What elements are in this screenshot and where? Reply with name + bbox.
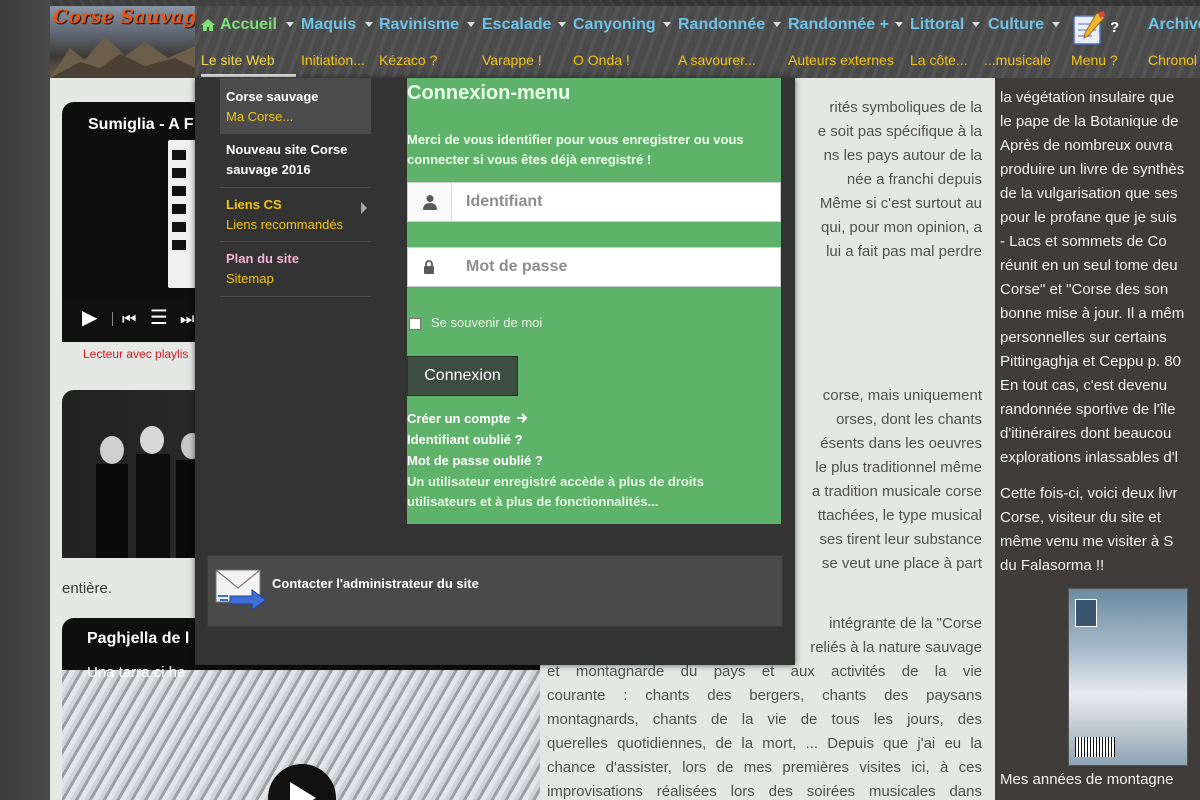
active-underline — [201, 74, 296, 77]
forgot-password-link[interactable]: Mot de passe oublié ? — [407, 453, 543, 468]
nav-label: Randonnée — [678, 16, 766, 33]
video-title: Sumiglia - A F — [88, 116, 194, 133]
chevron-down-icon — [972, 22, 980, 27]
login-button[interactable]: Connexion — [407, 356, 518, 396]
nav-label: Accueil — [220, 16, 277, 33]
login-note-line-2: utilisateurs et à plus de fonctionnalité… — [407, 494, 659, 509]
nav-label: Archive — [1148, 16, 1200, 33]
left-margin — [0, 0, 50, 800]
nav-label: Littoral — [910, 16, 965, 33]
nav-sublabel: O Onda ! — [573, 52, 630, 68]
submenu-title: Liens CS — [226, 197, 282, 212]
text-fragment: entière. — [62, 580, 113, 597]
contact-admin[interactable]: Contacter l'administrateur du site — [207, 555, 783, 627]
mid-paragraph-3: intégrante de la "Corse reliés à la natu… — [810, 615, 982, 656]
nav-label: Maquis — [301, 16, 357, 33]
chevron-right-icon — [361, 202, 367, 214]
mid-paragraph-1: rités symboliques de la e soit pas spéci… — [817, 99, 982, 260]
barcode — [1075, 737, 1115, 757]
nav-sublabel: La côte... — [910, 52, 968, 68]
chevron-down-icon — [663, 22, 671, 27]
login-panel: Connexion-menu Merci de vous identifier … — [407, 78, 781, 524]
logo-text: Corse Sauvage — [53, 6, 195, 28]
forgot-username-link[interactable]: Identifiant oublié ? — [407, 432, 523, 447]
nav-sublabel: Varappe ! — [482, 52, 542, 68]
username-input[interactable] — [454, 183, 774, 221]
nav-sublabel: Auteurs externes — [788, 52, 894, 68]
previous-icon[interactable]: ⏮ — [122, 310, 136, 330]
divider — [112, 312, 113, 326]
submenu-item-corse-sauvage[interactable]: Corse sauvage Ma Corse... — [220, 78, 371, 134]
chevron-down-icon — [365, 22, 373, 27]
mail-send-icon — [215, 569, 266, 611]
chevron-down-icon — [773, 22, 781, 27]
video-title: Paghjella de l — [87, 630, 190, 647]
chevron-down-icon — [286, 22, 294, 27]
nav-sublabel: Menu ? — [1071, 52, 1118, 68]
contact-label: Contacter l'administrateur du site — [272, 576, 479, 591]
submenu-subtitle: Sitemap — [226, 271, 274, 286]
chevron-down-icon — [1052, 22, 1060, 27]
player-caption: Lecteur avec playlis — [83, 347, 189, 361]
submenu-item-plan-du-site[interactable]: Plan du site Sitemap — [220, 242, 371, 297]
video-subtitle: Una tarra ci he — [87, 664, 186, 681]
nav-sublabel: Chronol — [1148, 52, 1198, 68]
password-field — [407, 247, 781, 287]
submenu-title: Corse sauvage — [226, 89, 319, 104]
submenu-subtitle: Ma Corse... — [226, 109, 294, 124]
mid-paragraph-4: et montagnarde du pays et aux activités … — [547, 663, 982, 800]
remember-me[interactable]: Se souvenir de moi — [407, 314, 647, 334]
book-cover-image[interactable] — [1068, 588, 1188, 766]
home-icon — [201, 19, 215, 31]
main-nav: Accueil Le site Web Maquis Initiation...… — [195, 6, 1200, 78]
login-note-line-1: Un utilisateur enregistré accède à plus … — [407, 474, 704, 489]
chevron-down-icon — [558, 22, 566, 27]
next-icon[interactable]: ⏭ — [180, 310, 194, 330]
remember-checkbox[interactable] — [409, 318, 421, 330]
submenu-item-nouveau-site[interactable]: Nouveau site Corse sauvage 2016 — [220, 134, 371, 188]
nav-sublabel: Le site Web — [201, 52, 275, 68]
submenu-subtitle: Liens recommandés — [226, 217, 344, 232]
login-title: Connexion-menu — [407, 82, 571, 104]
nav-label: Canyoning — [573, 16, 656, 33]
mountain-logo-icon — [50, 36, 195, 78]
submenu-title: Plan du site — [226, 251, 299, 266]
nav-label: Randonnée + — [788, 16, 889, 33]
user-icon — [408, 183, 452, 221]
play-icon — [290, 782, 316, 800]
password-input[interactable] — [454, 248, 774, 286]
remember-label: Se souvenir de moi — [431, 315, 543, 330]
right-paragraph-2: Cette fois-ci, voici deux livr Corse, vi… — [1000, 485, 1178, 574]
arrow-right-icon — [516, 413, 528, 423]
author-photo — [1075, 599, 1097, 627]
nav-sublabel: ...musicale — [984, 52, 1051, 68]
right-paragraph-1: la végétation insulaire que le pape de l… — [1000, 89, 1185, 466]
username-field — [407, 182, 781, 222]
chevron-down-icon — [467, 22, 475, 27]
nav-sublabel: Initiation... — [301, 52, 365, 68]
right-paragraph-3: Mes années de montagne — [1000, 771, 1174, 788]
lock-icon — [408, 248, 452, 286]
play-icon[interactable]: ▶ — [82, 308, 97, 328]
login-message: Merci de vous identifier pour vous enreg… — [407, 132, 744, 167]
nav-label: Culture — [988, 16, 1044, 33]
create-account-link[interactable]: Créer un compte — [407, 411, 528, 426]
site-logo[interactable]: Corse Sauvage — [50, 6, 195, 78]
create-account-label: Créer un compte — [407, 411, 511, 426]
accueil-dropdown-menu: Corse sauvage Ma Corse... Nouveau site C… — [195, 78, 795, 665]
nav-sublabel: Kézaco ? — [379, 52, 438, 68]
nav-label: ? — [1110, 19, 1120, 36]
submenu-list: Corse sauvage Ma Corse... Nouveau site C… — [220, 78, 371, 298]
nav-sublabel: A savourer... — [678, 52, 756, 68]
notepad-pencil-icon — [1073, 11, 1105, 45]
submenu-item-liens-cs[interactable]: Liens CS Liens recommandés — [220, 188, 371, 242]
submenu-title: Nouveau site Corse sauvage 2016 — [226, 142, 348, 177]
nav-label: Escalade — [482, 16, 552, 33]
playlist-icon[interactable]: ☰ — [150, 308, 168, 328]
mid-paragraph-2: corse, mais uniquement orses, dont les c… — [811, 387, 982, 572]
nav-label: Ravinisme — [379, 16, 460, 33]
chevron-down-icon — [895, 22, 903, 27]
